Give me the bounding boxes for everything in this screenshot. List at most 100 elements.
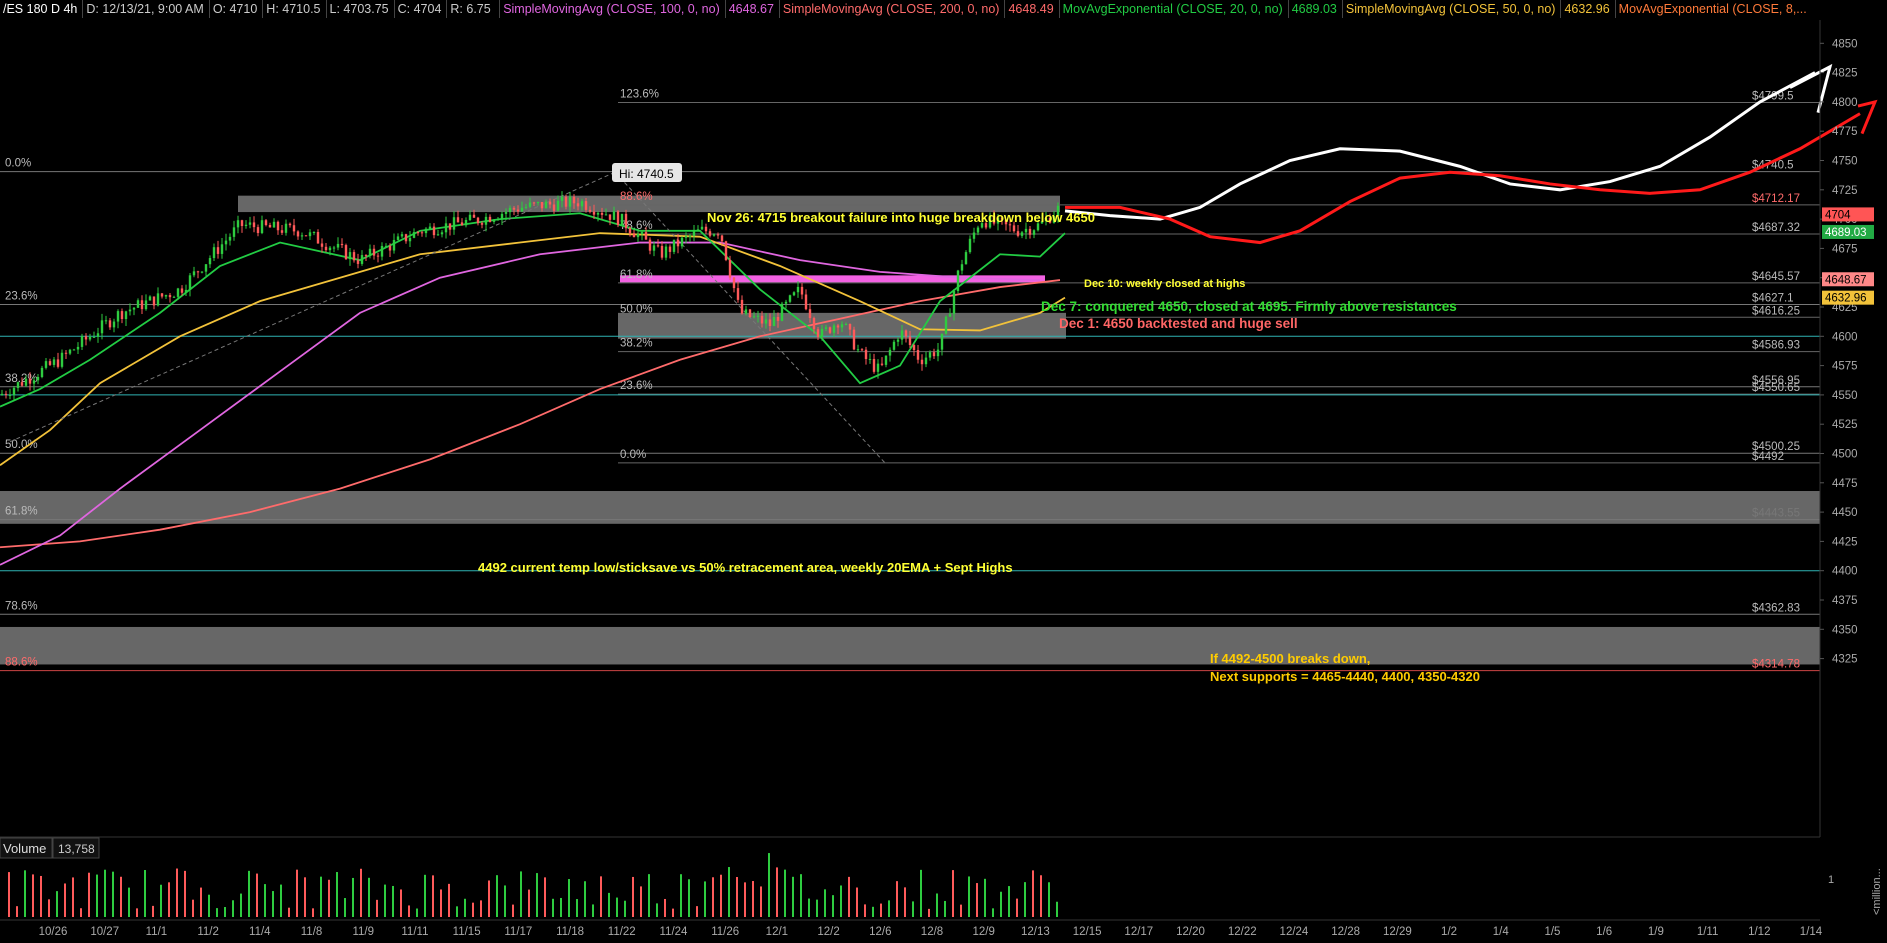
x-tick-34: 1/14 [1800, 926, 1823, 938]
candle-body [664, 246, 668, 258]
volume-bar [880, 903, 882, 917]
symbol-label[interactable]: /ES 180 D 4h [0, 0, 80, 18]
candle-body [268, 225, 272, 228]
candle-body [848, 324, 852, 330]
candle-body [620, 213, 624, 225]
volume-bar [128, 887, 130, 917]
candle-body [876, 363, 880, 372]
candle-body [724, 241, 728, 260]
candle-body [144, 300, 148, 310]
candle-body [424, 228, 428, 234]
candle-body [88, 336, 92, 340]
volume-bar [1056, 901, 1058, 917]
x-tick-15: 12/2 [817, 926, 839, 938]
volume-bar [120, 876, 122, 917]
candle-body [120, 311, 124, 320]
volume-bar [624, 900, 626, 917]
candle-body [844, 324, 848, 326]
candle-body [276, 221, 280, 231]
candle-body [868, 358, 872, 360]
candle-body [756, 315, 760, 317]
candle-body [772, 316, 776, 327]
volume-value: 13,758 [58, 842, 95, 856]
candle-body [616, 211, 620, 225]
candle-body [696, 229, 700, 231]
volume-bar [928, 908, 930, 917]
candle-body [216, 247, 220, 254]
fib-left-label-6: 88.6% [5, 657, 38, 669]
volume-bar [40, 875, 42, 917]
candle-body [744, 309, 748, 314]
study-ema8-label[interactable]: MovAvgExponential (CLOSE, 8,... [1614, 0, 1810, 18]
range-label: R: 6.75 [446, 0, 493, 18]
candle-body [824, 327, 828, 329]
volume-bar [568, 879, 570, 917]
price-chart[interactable]: 0.0%23.6%38.2%50.0%61.8%78.6%88.6%123.6%… [0, 0, 1887, 943]
candle-body [348, 252, 352, 260]
volume-bar [776, 867, 778, 917]
candle-body [364, 255, 368, 257]
candle-body [396, 236, 400, 240]
study-sma200-label[interactable]: SimpleMovingAvg (CLOSE, 200, 0, no) [778, 0, 1003, 18]
candle-body [536, 202, 540, 204]
candle-body [344, 245, 348, 260]
volume-bar [304, 877, 306, 917]
candle-body [748, 309, 752, 318]
y-tick-8: 4525 [1832, 419, 1858, 431]
candle-body [136, 300, 140, 308]
price-label-3: $4687.32 [1752, 222, 1800, 234]
candle-body [124, 311, 128, 320]
candle-body [528, 202, 532, 207]
volume-bar [384, 884, 386, 917]
y-tick-17: 4750 [1832, 156, 1858, 168]
zone-2 [0, 491, 1820, 524]
candle-body [436, 234, 440, 236]
candle-body [532, 202, 536, 204]
candle-body [836, 325, 840, 328]
candle-body [60, 352, 64, 367]
volume-bar [72, 877, 74, 917]
volume-bar [232, 900, 234, 917]
volume-bar [768, 853, 770, 917]
candle-body [576, 203, 580, 207]
x-tick-17: 12/8 [921, 926, 943, 938]
candle-body [172, 296, 176, 298]
y-tick-11: 4600 [1832, 331, 1858, 343]
price-label-13: $4362.83 [1752, 602, 1800, 614]
candle-body [808, 309, 812, 319]
fib-mid-label-1: 88.6% [620, 191, 653, 203]
candle-body [324, 246, 328, 251]
value-tag-3: 4632.96 [1825, 293, 1867, 305]
candle-body [228, 236, 232, 241]
candle-body [904, 330, 908, 337]
volume-bar [432, 875, 434, 917]
volume-bar [216, 908, 218, 917]
candle-body [936, 349, 940, 357]
candle-body [156, 293, 160, 306]
price-label-7: $4586.93 [1752, 340, 1800, 352]
candle-body [976, 227, 980, 233]
candle-body [956, 270, 960, 292]
fib-mid-label-5: 38.2% [620, 338, 653, 350]
study-ema20-label[interactable]: MovAvgExponential (CLOSE, 20, 0, no) [1058, 0, 1286, 18]
candle-body [460, 222, 464, 226]
volume-bar [968, 876, 970, 917]
candle-body [804, 294, 808, 310]
volume-bar [464, 898, 466, 917]
volume-bar [80, 908, 82, 917]
study-sma100-label[interactable]: SimpleMovingAvg (CLOSE, 100, 0, no) [499, 0, 723, 18]
volume-axis-tick: 1 [1828, 874, 1834, 886]
study-sma50-label[interactable]: SimpleMovingAvg (CLOSE, 50, 0, no) [1341, 0, 1559, 18]
price-label-11: $4492 [1752, 451, 1784, 463]
candle-body [612, 211, 616, 220]
candle-body [280, 230, 284, 233]
x-tick-6: 11/9 [352, 926, 374, 938]
volume-bar [792, 876, 794, 917]
volume-bar [728, 867, 730, 917]
candle-body [308, 232, 312, 237]
candle-body [732, 277, 736, 289]
volume-bar [48, 899, 50, 917]
candle-body [820, 328, 824, 337]
close-label: C: 4704 [393, 0, 445, 18]
x-tick-8: 11/15 [453, 926, 481, 938]
